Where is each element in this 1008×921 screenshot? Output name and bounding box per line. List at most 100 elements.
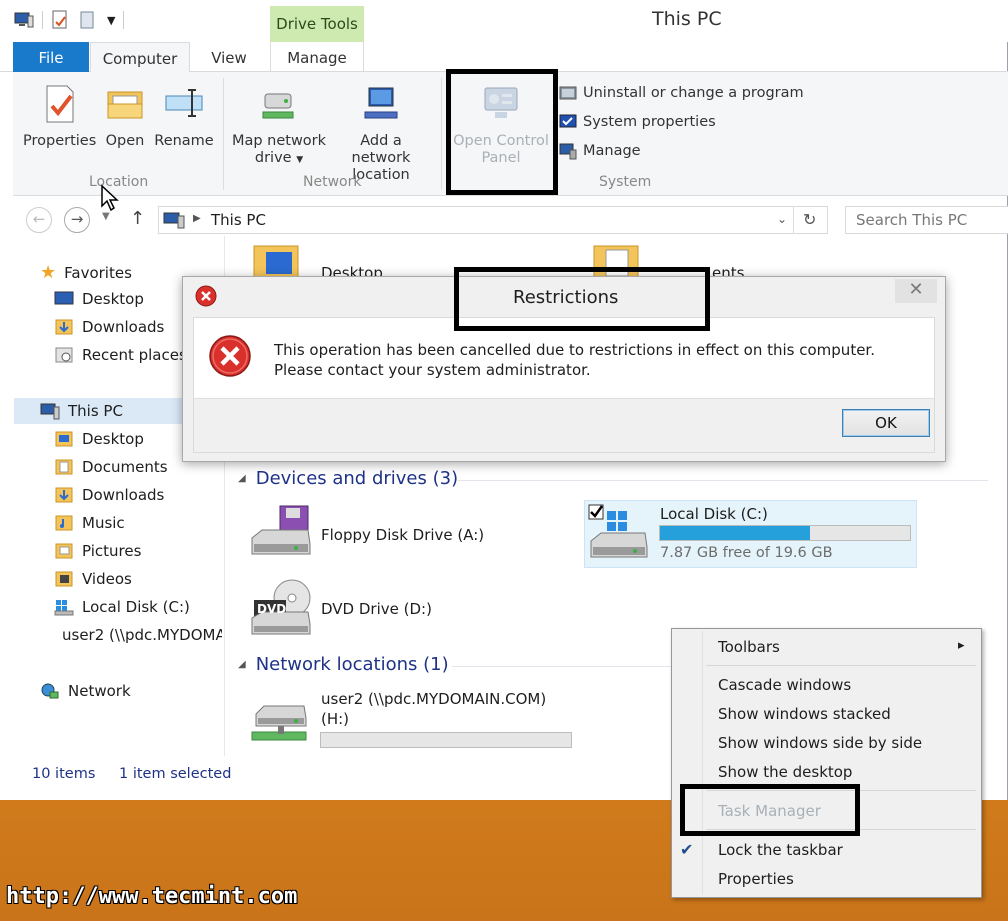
nav-pc-desktop-label: Desktop <box>82 430 144 448</box>
add-network-location-button[interactable]: Add a network location <box>329 84 433 184</box>
rename-button[interactable]: Rename <box>153 84 215 150</box>
local-disk-usage-bar <box>659 525 911 541</box>
desktop-folder-icon[interactable] <box>252 244 300 280</box>
system-properties-label: System properties <box>583 114 716 130</box>
nav-pc-downloads[interactable]: Downloads <box>54 486 164 504</box>
title-bar: ▼ Drive Tools This PC <box>0 0 1008 42</box>
watermark-text: http://www.tecmint.com <box>6 884 298 909</box>
downloads-folder-icon <box>55 319 73 335</box>
address-dropdown-icon[interactable]: ⌄ <box>777 212 787 226</box>
menu-item-side-by-side[interactable]: Show windows side by side <box>718 734 922 752</box>
menu-item-properties[interactable]: Properties <box>718 870 794 888</box>
nav-favorites[interactable]: ★ Favorites <box>40 262 132 283</box>
section-divider-line <box>458 480 988 481</box>
recent-locations-icon[interactable]: ▼ <box>102 211 110 222</box>
menu-gutter <box>702 631 703 895</box>
network-section-header[interactable]: ◢ Network locations (1) <box>238 654 449 675</box>
tab-view[interactable]: View <box>192 42 266 72</box>
breadcrumb-chevron-icon: ▶ <box>193 213 201 224</box>
menu-item-lock-taskbar[interactable]: Lock the taskbar <box>718 841 843 859</box>
nav-favorites-label: Favorites <box>64 263 132 282</box>
dvd-badge: DVD <box>257 602 287 616</box>
network-drive-item[interactable]: user2 (\\pdc.MYDOMAIN.COM) (H:) <box>248 688 578 752</box>
dialog-close-button[interactable]: ✕ <box>895 279 937 303</box>
nav-this-pc[interactable]: This PC <box>40 402 123 420</box>
address-divider <box>793 207 794 233</box>
search-input[interactable]: Search This PC <box>845 206 1008 234</box>
ok-button[interactable]: OK <box>842 409 930 437</box>
nav-pc-documents[interactable]: Documents <box>54 458 168 476</box>
group-label-network: Network <box>303 174 362 190</box>
map-drive-label-2: drive ▼ <box>229 150 329 169</box>
nav-pc-network-drive[interactable]: user2 (\\pdc.MYDOMAIN <box>54 626 222 644</box>
rename-icon <box>165 89 203 117</box>
open-button[interactable]: Open <box>101 84 149 150</box>
tab-manage[interactable]: Manage <box>270 42 364 72</box>
uninstall-program-button[interactable]: Uninstall or change a program <box>559 84 804 102</box>
ribbon-tabs: File Computer View Manage <box>0 42 1008 73</box>
window-title: This PC <box>652 8 722 30</box>
properties-icon <box>46 85 74 123</box>
error-icon <box>209 335 251 377</box>
computer-icon[interactable] <box>14 11 34 29</box>
menu-item-show-desktop[interactable]: Show the desktop <box>718 763 852 781</box>
highlight-box <box>680 784 860 836</box>
nav-fav-recent[interactable]: Recent places <box>54 346 187 364</box>
properties-button[interactable]: Properties <box>23 84 97 150</box>
this-pc-icon <box>40 403 60 420</box>
nav-pc-local-disk[interactable]: Local Disk (C:) <box>54 598 190 616</box>
qat-divider <box>42 11 43 29</box>
address-bar[interactable]: ▶ This PC ⌄ ↻ <box>158 206 828 234</box>
downloads-folder-icon <box>55 487 73 503</box>
dvd-drive-label: DVD Drive (D:) <box>321 600 432 618</box>
menu-item-cascade[interactable]: Cascade windows <box>718 676 851 694</box>
back-button[interactable]: ← <box>26 207 52 233</box>
network-drive-icon <box>251 705 307 741</box>
uninstall-label: Uninstall or change a program <box>583 85 804 101</box>
nav-fav-downloads[interactable]: Downloads <box>54 318 164 336</box>
network-globe-icon <box>41 683 59 699</box>
local-disk-free-label: 7.87 GB free of 19.6 GB <box>660 545 833 561</box>
open-folder-icon <box>107 91 143 119</box>
nav-network[interactable]: Network <box>40 682 131 700</box>
documents-folder-icon <box>55 459 73 475</box>
local-disk-item[interactable]: Local Disk (C:) 7.87 GB free of 19.6 GB <box>584 500 917 568</box>
nav-pc-pictures[interactable]: Pictures <box>54 542 141 560</box>
rename-label: Rename <box>154 133 214 149</box>
breadcrumb-this-pc[interactable]: This PC <box>211 211 266 229</box>
tab-file[interactable]: File <box>13 42 89 72</box>
nav-pc-desktop[interactable]: Desktop <box>54 430 144 448</box>
section-divider-line <box>452 666 672 667</box>
pictures-folder-icon <box>55 543 73 559</box>
nav-pc-music[interactable]: Music <box>54 514 125 532</box>
forward-button[interactable]: → <box>64 207 90 233</box>
mouse-cursor-icon <box>101 184 119 212</box>
videos-folder-icon <box>55 571 73 587</box>
nav-fav-desktop[interactable]: Desktop <box>54 290 144 308</box>
network-drive-label-2: (H:) <box>321 710 350 728</box>
properties-label: Properties <box>23 133 97 149</box>
up-arrow-icon[interactable]: ↑ <box>130 208 145 229</box>
map-network-drive-button[interactable]: Map network drive ▼ <box>229 84 329 169</box>
new-folder-icon[interactable] <box>79 10 97 30</box>
devices-section-header[interactable]: ◢ Devices and drives (3) <box>238 468 458 489</box>
nav-network-label: Network <box>68 682 131 700</box>
customize-qat-icon[interactable]: ▼ <box>107 14 115 27</box>
dropdown-arrow-icon: ▼ <box>296 155 304 165</box>
music-folder-icon <box>55 515 73 531</box>
menu-item-toolbars[interactable]: Toolbars <box>718 638 780 656</box>
nav-pc-videos[interactable]: Videos <box>54 570 132 588</box>
programs-icon <box>559 86 577 100</box>
manage-button[interactable]: Manage <box>559 142 641 160</box>
nav-pc-pictures-label: Pictures <box>82 542 142 560</box>
refresh-icon[interactable]: ↻ <box>803 210 816 229</box>
dvd-drive-item[interactable]: DVD DVD Drive (D:) <box>248 578 488 640</box>
network-location-icon <box>364 87 398 119</box>
tab-computer[interactable]: Computer <box>90 42 190 73</box>
menu-item-stacked[interactable]: Show windows stacked <box>718 705 891 723</box>
system-properties-button[interactable]: System properties <box>559 113 716 131</box>
properties-icon[interactable] <box>51 10 69 30</box>
floppy-drive-item[interactable]: Floppy Disk Drive (A:) <box>248 504 488 564</box>
ribbon-divider <box>223 78 224 190</box>
highlight-box <box>446 69 558 195</box>
